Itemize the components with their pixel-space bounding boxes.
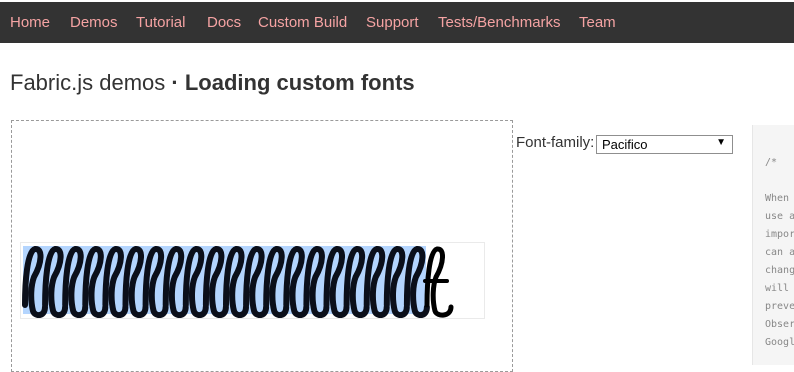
nav-tests-benchmarks-link[interactable]: Tests/Benchmarks bbox=[438, 2, 561, 43]
selected-glyph bbox=[263, 246, 290, 318]
font-family-selected-value: Pacifico bbox=[602, 137, 648, 152]
selected-glyph bbox=[82, 246, 109, 318]
cursive-text-glyphs bbox=[22, 246, 454, 318]
selected-glyph bbox=[122, 246, 149, 318]
canvas-text-object[interactable] bbox=[20, 242, 485, 319]
selected-glyph bbox=[383, 246, 410, 318]
code-line: will bbox=[765, 283, 790, 294]
selected-glyph bbox=[323, 246, 350, 318]
selected-glyph bbox=[22, 246, 48, 318]
selected-glyph bbox=[162, 246, 189, 318]
selected-glyph bbox=[42, 246, 69, 318]
nav-support-link[interactable]: Support bbox=[366, 2, 419, 43]
selected-glyph bbox=[102, 246, 129, 318]
selected-glyph bbox=[363, 246, 390, 318]
code-line: Obser bbox=[765, 319, 794, 330]
dropdown-arrow-icon: ▼ bbox=[716, 137, 726, 148]
nav-custom-build-link[interactable]: Custom Build bbox=[258, 2, 347, 43]
title-prefix: Fabric.js demos bbox=[10, 70, 166, 95]
selected-glyph bbox=[243, 246, 270, 318]
selected-glyph bbox=[62, 246, 89, 318]
selected-glyph bbox=[202, 246, 229, 318]
title-separator: · bbox=[171, 70, 179, 95]
nav-team-link[interactable]: Team bbox=[579, 2, 616, 43]
top-navbar: Home Demos Tutorial Docs Custom Build Su… bbox=[0, 2, 794, 43]
code-line: use a bbox=[765, 211, 794, 222]
selected-glyph bbox=[343, 246, 370, 318]
code-line: impor bbox=[765, 229, 794, 240]
selected-glyph bbox=[182, 246, 209, 318]
code-panel: /* When use a impor can a chang will preve Obser… bbox=[752, 125, 794, 365]
fabric-canvas[interactable] bbox=[11, 120, 513, 372]
selected-glyph bbox=[283, 246, 310, 318]
selected-glyph bbox=[142, 246, 169, 318]
title-main: Loading custom fonts bbox=[184, 70, 415, 95]
selected-glyph bbox=[223, 246, 249, 318]
nav-tutorial-link[interactable]: Tutorial bbox=[136, 2, 185, 43]
page-title: Fabric.js demos · Loading custom fonts bbox=[10, 70, 415, 96]
nav-docs-link[interactable]: Docs bbox=[207, 2, 241, 43]
code-line: Googl bbox=[765, 337, 794, 348]
code-line: When bbox=[765, 193, 790, 204]
code-line: chang bbox=[765, 265, 794, 276]
selected-glyph bbox=[303, 246, 330, 318]
font-family-select[interactable]: Pacifico ▼ bbox=[596, 135, 733, 154]
nav-demos-link[interactable]: Demos bbox=[70, 2, 118, 43]
nav-home-link[interactable]: Home bbox=[10, 2, 50, 43]
code-line: can a bbox=[765, 247, 794, 258]
code-line: preve bbox=[765, 301, 794, 312]
code-line: /* bbox=[765, 157, 778, 168]
font-family-label: Font-family: bbox=[516, 134, 595, 151]
